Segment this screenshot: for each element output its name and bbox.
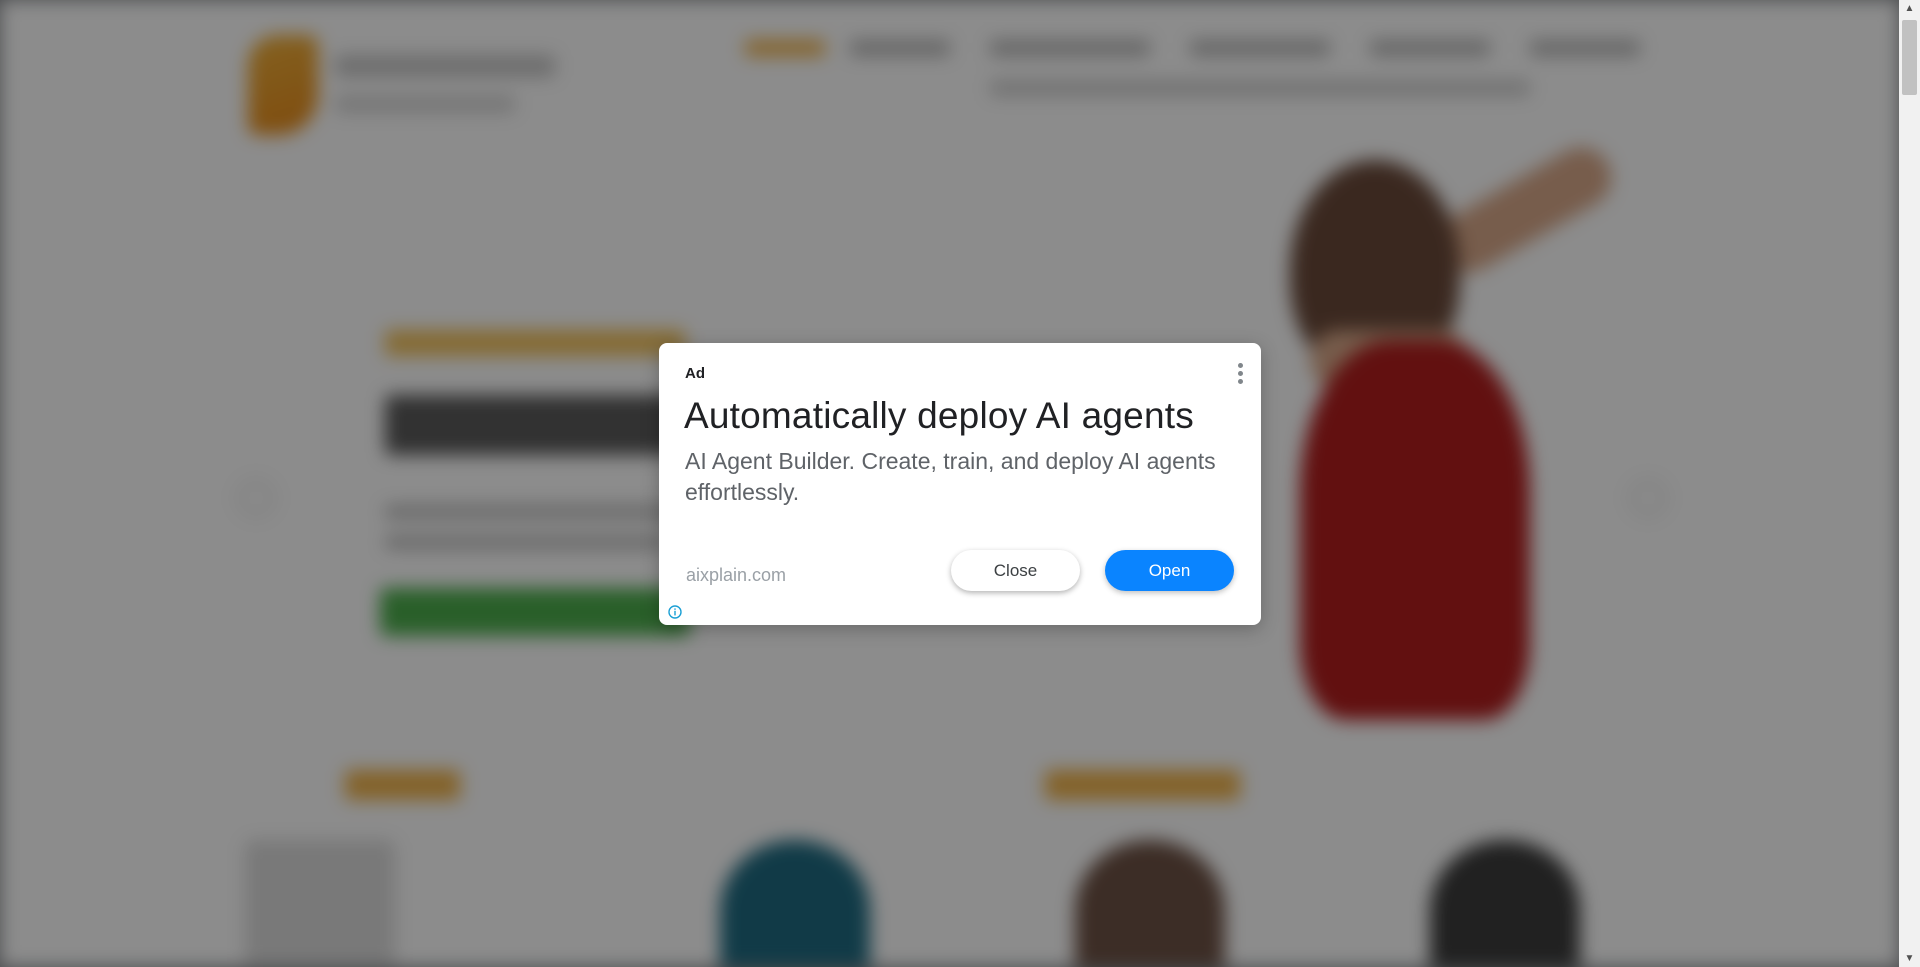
info-icon[interactable] [668, 605, 682, 619]
ad-title: Automatically deploy AI agents [684, 395, 1194, 436]
scrollbar-thumb[interactable] [1902, 20, 1917, 95]
scroll-up-icon[interactable]: ▲ [1899, 0, 1920, 17]
ad-dialog: Ad Automatically deploy AI agents AI Age… [659, 343, 1261, 625]
ad-domain: aixplain.com [686, 565, 787, 585]
vertical-scrollbar[interactable]: ▲ ▼ [1899, 0, 1920, 967]
ad-description: AI Agent Builder. Create, train, and dep… [685, 448, 1216, 505]
open-button[interactable]: Open [1105, 550, 1234, 591]
ad-label: Ad [685, 365, 705, 382]
close-button[interactable]: Close [951, 550, 1080, 591]
scroll-down-icon[interactable]: ▼ [1899, 950, 1920, 967]
more-vert-icon[interactable] [1233, 361, 1247, 385]
